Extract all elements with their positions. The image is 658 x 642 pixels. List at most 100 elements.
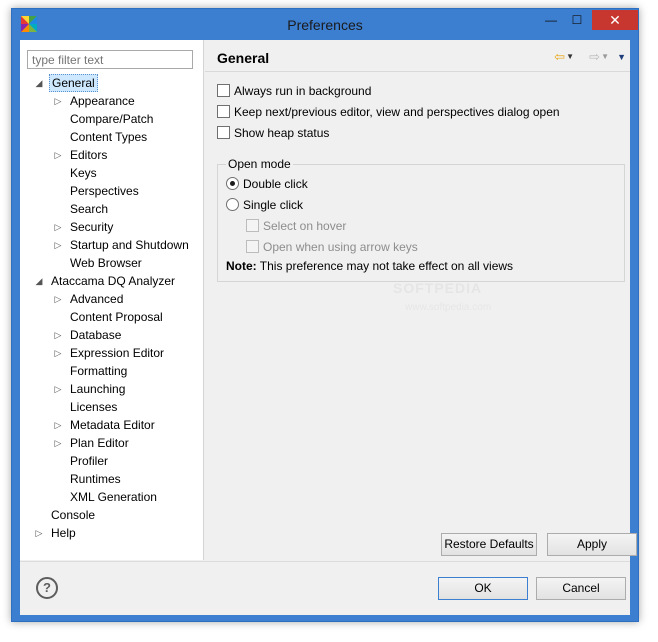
- tree-item[interactable]: Compare/Patch: [20, 110, 204, 128]
- tree-item[interactable]: Console: [20, 506, 204, 524]
- collapsed-arrow-icon[interactable]: ▷: [53, 236, 63, 254]
- tree-item[interactable]: ◢ General: [20, 74, 204, 92]
- tree-item[interactable]: ▷ Appearance: [20, 92, 204, 110]
- checkbox-icon[interactable]: [217, 84, 230, 97]
- collapsed-arrow-icon[interactable]: ▷: [53, 344, 63, 362]
- collapsed-arrow-icon[interactable]: ▷: [53, 218, 63, 236]
- tree-item-label: Content Types: [70, 130, 148, 144]
- minimize-button[interactable]: —: [538, 10, 564, 30]
- back-arrow-icon[interactable]: ⇦: [554, 49, 565, 65]
- tree-item[interactable]: ▷ Expression Editor: [20, 344, 204, 362]
- single-click-label: Single click: [243, 198, 304, 212]
- tree-item[interactable]: Keys: [20, 164, 204, 182]
- collapsed-arrow-icon[interactable]: ▷: [53, 290, 63, 308]
- tree-item[interactable]: ▷ Database: [20, 326, 204, 344]
- open-arrow-keys-label: Open when using arrow keys: [263, 240, 418, 254]
- keep-dialog-open-label: Keep next/previous editor, view and pers…: [234, 105, 560, 119]
- filter-input[interactable]: [27, 50, 193, 69]
- expanded-arrow-icon[interactable]: ◢: [34, 74, 44, 92]
- tree-item[interactable]: ▷ Startup and Shutdown: [20, 236, 204, 254]
- radio-icon[interactable]: [226, 198, 239, 211]
- tree-item-label: Licenses: [70, 400, 118, 414]
- note: Note: This preference may not take effec…: [226, 257, 513, 275]
- tree-item[interactable]: ▷ Plan Editor: [20, 434, 204, 452]
- back-dropdown-icon[interactable]: ▼: [566, 49, 574, 65]
- tree-item-label: Content Proposal: [70, 310, 163, 324]
- single-click-option[interactable]: Single click: [226, 196, 303, 214]
- help-icon[interactable]: ?: [36, 577, 58, 599]
- tree-item[interactable]: ◢ Ataccama DQ Analyzer: [20, 272, 204, 290]
- restore-defaults-button[interactable]: Restore Defaults: [441, 533, 537, 556]
- collapsed-arrow-icon[interactable]: ▷: [53, 326, 63, 344]
- open-mode-group: Open mode Double click Single click Sele…: [217, 156, 625, 282]
- tree-item[interactable]: Runtimes: [20, 470, 204, 488]
- tree-item[interactable]: Content Types: [20, 128, 204, 146]
- tree-item-label: Appearance: [70, 94, 135, 108]
- tree-item-label: Editors: [70, 148, 108, 162]
- tree-item[interactable]: Perspectives: [20, 182, 204, 200]
- tree-item[interactable]: Profiler: [20, 452, 204, 470]
- preference-page: General ⇦ ▼ ⇨ ▼ ▼ Always run in backgrou…: [205, 40, 637, 560]
- preferences-tree-pane: ◢General▷AppearanceCompare/PatchContent …: [20, 40, 204, 560]
- watermark: SOFTPEDIA: [393, 280, 483, 296]
- collapsed-arrow-icon[interactable]: ▷: [53, 416, 63, 434]
- tree-item[interactable]: Content Proposal: [20, 308, 204, 326]
- collapsed-arrow-icon[interactable]: ▷: [34, 524, 44, 542]
- tree-item-label: Ataccama DQ Analyzer: [51, 274, 176, 288]
- tree-item-label: Launching: [70, 382, 126, 396]
- checkbox-icon[interactable]: [217, 105, 230, 118]
- tree-item-label: Metadata Editor: [70, 418, 155, 432]
- open-arrow-keys-option: Open when using arrow keys: [246, 238, 418, 256]
- cancel-button[interactable]: Cancel: [536, 577, 626, 600]
- tree-item[interactable]: ▷ Advanced: [20, 290, 204, 308]
- tree-item[interactable]: ▷ Help: [20, 524, 204, 542]
- page-header: General ⇦ ▼ ⇨ ▼ ▼: [205, 40, 630, 72]
- radio-selected-icon[interactable]: [226, 177, 239, 190]
- show-heap-status-option[interactable]: Show heap status: [217, 124, 329, 142]
- tree-item[interactable]: XML Generation: [20, 488, 204, 506]
- tree-item-label: Plan Editor: [70, 436, 129, 450]
- collapsed-arrow-icon[interactable]: ▷: [53, 380, 63, 398]
- tree-item-label: Startup and Shutdown: [70, 238, 189, 252]
- collapsed-arrow-icon[interactable]: ▷: [53, 92, 63, 110]
- expanded-arrow-icon[interactable]: ◢: [34, 272, 44, 290]
- double-click-label: Double click: [243, 177, 308, 191]
- tree-item[interactable]: Web Browser: [20, 254, 204, 272]
- tree-item-label: Help: [51, 526, 76, 540]
- tree-item-label: Console: [51, 508, 96, 522]
- select-on-hover-option: Select on hover: [246, 217, 346, 235]
- tree-item[interactable]: ▷ Editors: [20, 146, 204, 164]
- close-button[interactable]: ✕: [592, 10, 638, 30]
- tree-item-label: Expression Editor: [70, 346, 165, 360]
- collapsed-arrow-icon[interactable]: ▷: [53, 434, 63, 452]
- tree-item[interactable]: ▷ Security: [20, 218, 204, 236]
- tree-item[interactable]: Licenses: [20, 398, 204, 416]
- maximize-button[interactable]: ☐: [564, 10, 590, 30]
- apply-button[interactable]: Apply: [547, 533, 637, 556]
- tree-item-label: Runtimes: [70, 472, 121, 486]
- always-run-background-option[interactable]: Always run in background: [217, 82, 371, 100]
- tree-item-label: Security: [70, 220, 114, 234]
- tree-item-label: Formatting: [70, 364, 128, 378]
- forward-dropdown-icon[interactable]: ▼: [601, 49, 609, 65]
- tree-item-label: General: [49, 74, 98, 92]
- view-menu-icon[interactable]: ▼: [617, 49, 626, 65]
- tree-item-label: Profiler: [70, 454, 109, 468]
- dialog-client: ◢General▷AppearanceCompare/PatchContent …: [20, 40, 637, 615]
- collapsed-arrow-icon[interactable]: ▷: [53, 146, 63, 164]
- tree-item[interactable]: Formatting: [20, 362, 204, 380]
- forward-arrow-icon[interactable]: ⇨: [589, 49, 600, 65]
- checkbox-icon[interactable]: [217, 126, 230, 139]
- double-click-option[interactable]: Double click: [226, 175, 308, 193]
- tree-item[interactable]: Search: [20, 200, 204, 218]
- page-title: General: [217, 50, 270, 66]
- title-bar[interactable]: Preferences — ☐ ✕: [12, 9, 638, 40]
- ok-button[interactable]: OK: [438, 577, 528, 600]
- checkbox-disabled-icon: [246, 240, 259, 253]
- tree-item[interactable]: ▷ Metadata Editor: [20, 416, 204, 434]
- show-heap-status-label: Show heap status: [234, 126, 330, 140]
- tree-item[interactable]: ▷ Launching: [20, 380, 204, 398]
- keep-dialog-open-option[interactable]: Keep next/previous editor, view and pers…: [217, 103, 560, 121]
- dialog-button-bar: ? OK Cancel: [20, 561, 630, 615]
- tree-item-label: Search: [70, 202, 109, 216]
